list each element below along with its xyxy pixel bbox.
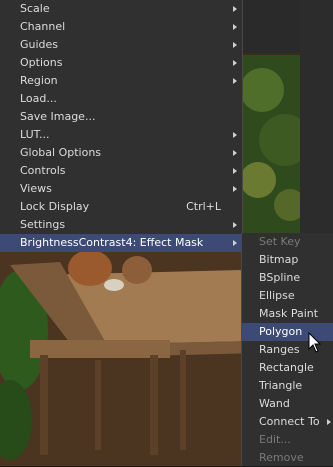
menu-item-label: Guides [20, 38, 59, 51]
menu-item-label: Global Options [20, 146, 102, 159]
submenu-item-label: Bitmap [259, 253, 299, 266]
menu-item-shortcut: Ctrl+L [186, 200, 221, 213]
submenu-item-wand[interactable]: Wand [242, 395, 333, 413]
menu-item-controls[interactable]: Controls [0, 162, 243, 180]
menu-item-label: Channel [20, 20, 66, 33]
submenu-item-label: Edit... [259, 433, 291, 446]
submenu-arrow-icon [233, 78, 237, 84]
submenu-arrow-icon [233, 132, 237, 138]
submenu-item-set-key: Set Key [242, 233, 333, 251]
submenu-item-ellipse[interactable]: Ellipse [242, 287, 333, 305]
menu-item-region[interactable]: Region [0, 72, 243, 90]
submenu-item-label: Wand [259, 397, 290, 410]
menu-item-load[interactable]: Load... [0, 90, 243, 108]
submenu-item-bitmap[interactable]: Bitmap [242, 251, 333, 269]
mouse-pointer-icon [308, 332, 322, 353]
submenu-arrow-icon [327, 419, 331, 425]
menu-item-guides[interactable]: Guides [0, 36, 243, 54]
menu-item-lut[interactable]: LUT... [0, 126, 243, 144]
menu-item-label: Options [20, 56, 63, 69]
submenu-item-label: Connect To [259, 415, 320, 428]
menu-item-label: BrightnessContrast4: Effect Mask [20, 236, 204, 249]
submenu-item-label: Triangle [259, 379, 303, 392]
submenu-item-remove: Remove [242, 449, 333, 467]
submenu-arrow-icon [233, 150, 237, 156]
submenu-item-bspline[interactable]: BSpline [242, 269, 333, 287]
menu-item-lock-display[interactable]: Lock Display Ctrl+L [0, 198, 243, 216]
submenu-item-label: Polygon [259, 325, 303, 338]
menu-item-label: Lock Display [20, 200, 90, 213]
menu-item-global-options[interactable]: Global Options [0, 144, 243, 162]
menu-item-label: Region [20, 74, 58, 87]
submenu-item-label: Set Key [259, 235, 301, 248]
submenu-arrow-icon [233, 6, 237, 12]
menu-item-views[interactable]: Views [0, 180, 243, 198]
menu-item-label: Views [20, 182, 52, 195]
menu-item-label: Load... [20, 92, 57, 105]
submenu-item-connect-to[interactable]: Connect To [242, 413, 333, 431]
menu-item-label: LUT... [20, 128, 50, 141]
menu-item-label: Controls [20, 164, 66, 177]
menu-item-effect-mask[interactable]: BrightnessContrast4: Effect Mask [0, 234, 243, 252]
submenu-arrow-icon [233, 240, 237, 246]
menu-item-save-image[interactable]: Save Image... [0, 108, 243, 126]
submenu-item-mask-paint[interactable]: Mask Paint [242, 305, 333, 323]
submenu-arrow-icon [233, 60, 237, 66]
menu-item-channel[interactable]: Channel [0, 18, 243, 36]
submenu-item-label: Rectangle [259, 361, 314, 374]
submenu-item-label: Mask Paint [259, 307, 319, 320]
submenu-arrow-icon [233, 186, 237, 192]
menu-item-label: Save Image... [20, 110, 96, 123]
submenu-item-label: Remove [259, 451, 304, 464]
menu-item-settings[interactable]: Settings [0, 216, 243, 234]
submenu-arrow-icon [233, 222, 237, 228]
menu-item-options[interactable]: Options [0, 54, 243, 72]
submenu-item-label: Ranges [259, 343, 300, 356]
submenu-arrow-icon [233, 24, 237, 30]
submenu-item-rectangle[interactable]: Rectangle [242, 359, 333, 377]
submenu-arrow-icon [233, 42, 237, 48]
menu-item-label: Settings [20, 218, 66, 231]
context-menu: Scale Channel Guides Options Region Load… [0, 0, 243, 252]
submenu-item-edit: Edit... [242, 431, 333, 449]
submenu-item-label: BSpline [259, 271, 301, 284]
menu-item-scale[interactable]: Scale [0, 0, 243, 18]
submenu-item-triangle[interactable]: Triangle [242, 377, 333, 395]
menu-item-label: Scale [20, 2, 50, 15]
submenu-arrow-icon [233, 168, 237, 174]
submenu-item-label: Ellipse [259, 289, 295, 302]
